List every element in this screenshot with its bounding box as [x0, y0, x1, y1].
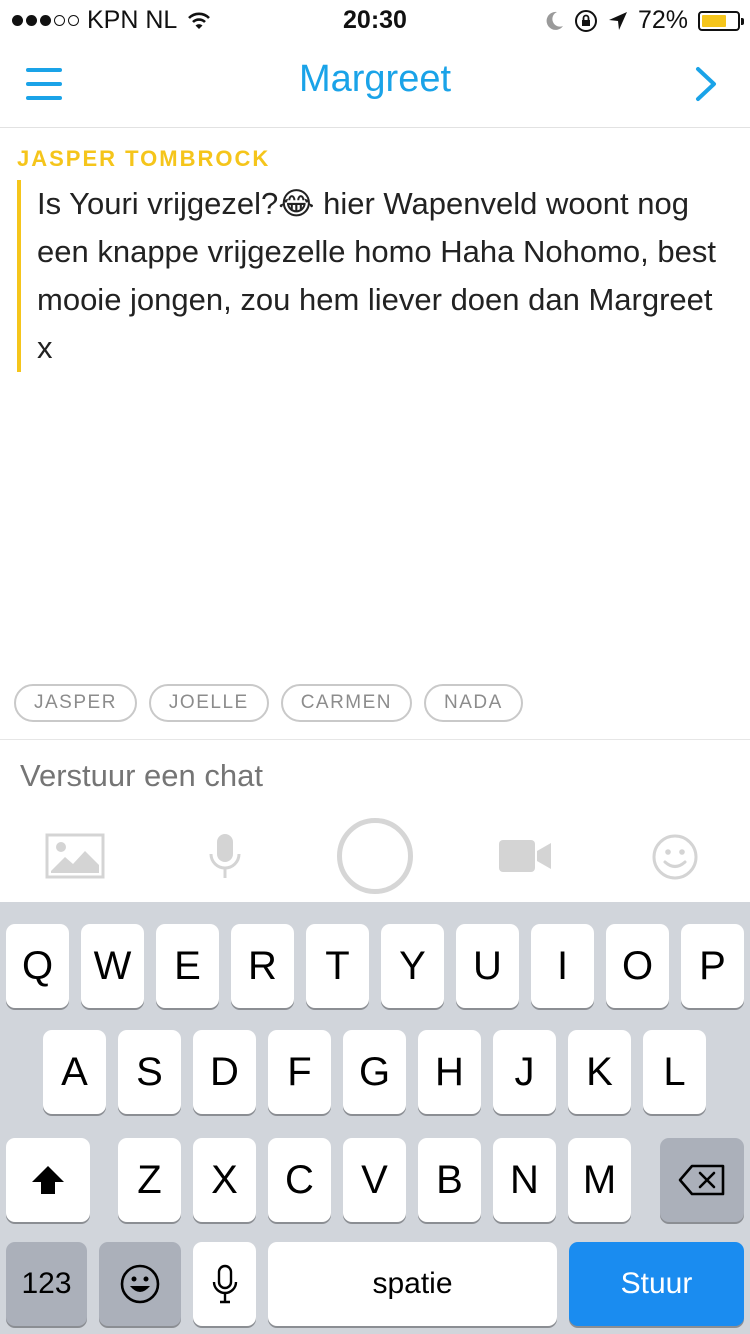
backspace-key[interactable]	[660, 1138, 744, 1222]
capture-button[interactable]	[337, 818, 413, 894]
status-bar: KPN NL 20:30 72%	[0, 0, 750, 40]
status-left: KPN NL	[12, 6, 211, 35]
location-arrow-icon	[608, 11, 627, 30]
moon-icon	[546, 11, 563, 30]
key-m[interactable]: M	[568, 1138, 631, 1222]
key-h[interactable]: H	[418, 1030, 481, 1114]
emoji-key[interactable]	[99, 1242, 181, 1326]
message-sender: JASPER TOMBROCK	[17, 146, 271, 171]
key-a[interactable]: A	[43, 1030, 106, 1114]
chat-header: Margreet	[0, 40, 750, 128]
key-n[interactable]: N	[493, 1138, 556, 1222]
mention-pill-carmen[interactable]: CARMEN	[280, 684, 413, 722]
keyboard: Q W E R T Y U I O P A S D F G H J K L Z …	[0, 902, 750, 1334]
space-key[interactable]: spatie	[268, 1242, 557, 1326]
key-w[interactable]: W	[81, 924, 144, 1008]
image-icon[interactable]	[45, 833, 105, 879]
chat-input[interactable]	[20, 758, 720, 794]
battery-percent: 72%	[637, 6, 688, 34]
key-j[interactable]: J	[493, 1030, 556, 1114]
chat-message: Is Youri vrijgezel?😂 hier Wapenveld woon…	[17, 180, 729, 372]
key-l[interactable]: L	[643, 1030, 706, 1114]
key-t[interactable]: T	[306, 924, 369, 1008]
key-c[interactable]: C	[268, 1138, 331, 1222]
emoji-icon	[120, 1264, 160, 1304]
key-g[interactable]: G	[343, 1030, 406, 1114]
key-b[interactable]: B	[418, 1138, 481, 1222]
signal-strength-icon	[12, 15, 79, 26]
dictation-key[interactable]	[193, 1242, 256, 1326]
key-z[interactable]: Z	[118, 1138, 181, 1222]
mention-pill-joelle[interactable]: JOELLE	[148, 684, 269, 722]
key-y[interactable]: Y	[381, 924, 444, 1008]
key-v[interactable]: V	[343, 1138, 406, 1222]
microphone-icon[interactable]	[207, 832, 243, 880]
key-r[interactable]: R	[231, 924, 294, 1008]
key-x[interactable]: X	[193, 1138, 256, 1222]
key-i[interactable]: I	[531, 924, 594, 1008]
key-s[interactable]: S	[118, 1030, 181, 1114]
key-d[interactable]: D	[193, 1030, 256, 1114]
send-key[interactable]: Stuur	[569, 1242, 744, 1326]
mention-pill-nada[interactable]: NADA	[424, 684, 523, 722]
rotation-lock-icon	[574, 9, 597, 32]
status-right: 72%	[546, 6, 744, 35]
page-title: Margreet	[298, 58, 452, 100]
key-e[interactable]: E	[156, 924, 219, 1008]
battery-icon	[698, 10, 744, 31]
key-u[interactable]: U	[456, 924, 519, 1008]
key-f[interactable]: F	[268, 1030, 331, 1114]
backspace-icon	[678, 1164, 725, 1196]
divider	[0, 739, 750, 740]
key-q[interactable]: Q	[6, 924, 69, 1008]
shift-key[interactable]	[6, 1138, 90, 1222]
shift-arrow-icon	[32, 1166, 64, 1194]
mention-suggestions: JASPER JOELLE CARMEN NADA	[14, 684, 523, 722]
numbers-key[interactable]: 123	[6, 1242, 87, 1326]
wifi-icon	[188, 12, 211, 29]
key-o[interactable]: O	[606, 924, 669, 1008]
key-k[interactable]: K	[568, 1030, 631, 1114]
video-camera-icon[interactable]	[498, 838, 552, 874]
mention-pill-jasper[interactable]: JASPER	[14, 684, 137, 722]
smiley-icon[interactable]	[651, 833, 699, 881]
microphone-icon	[212, 1264, 237, 1304]
key-p[interactable]: P	[681, 924, 744, 1008]
carrier-label: KPN NL	[87, 6, 178, 34]
chevron-right-icon[interactable]	[694, 66, 720, 102]
